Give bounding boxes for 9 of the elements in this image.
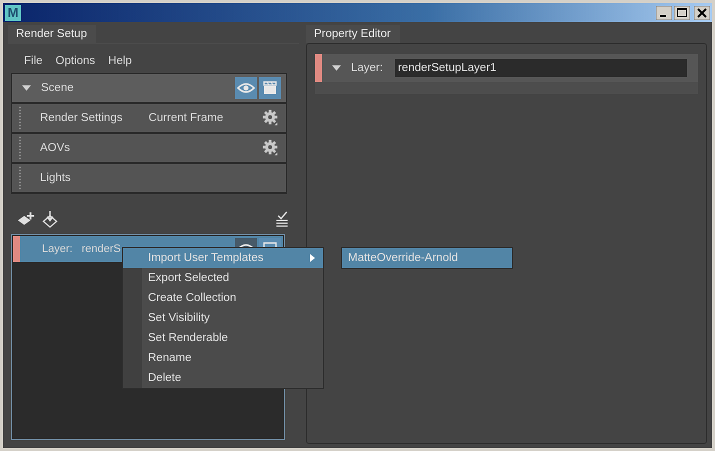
scene-label: Scene bbox=[41, 82, 74, 94]
item-label: AOVs bbox=[40, 142, 70, 154]
layer-label: Layer: bbox=[351, 62, 383, 74]
item-label: Render Settings bbox=[40, 112, 122, 124]
item-label: Lights bbox=[40, 172, 71, 184]
layer-label: Layer: bbox=[42, 243, 73, 255]
item-value: Current Frame bbox=[148, 112, 224, 124]
layer-name: renderS bbox=[82, 243, 121, 255]
app-logo: M bbox=[5, 4, 21, 20]
